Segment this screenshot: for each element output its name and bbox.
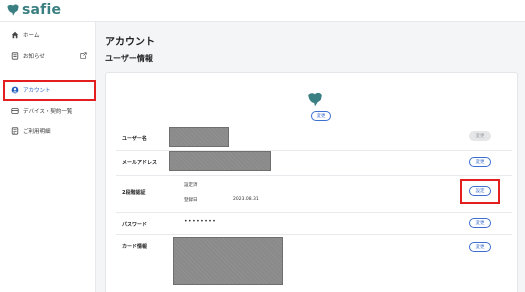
sidebar-item-devices[interactable]: デバイス・契約一覧 — [0, 104, 96, 118]
two-factor-label: 2段階認証 — [122, 190, 146, 196]
row-divider — [116, 234, 512, 235]
avatar-change-button[interactable]: 変更 — [311, 111, 331, 121]
sidebar: ホーム お知らせ アカウント デバイス・契約一覧 ご利用明細 — [0, 22, 96, 292]
home-icon — [11, 31, 19, 39]
brand-name: safie — [22, 2, 62, 18]
email-value-redacted — [169, 151, 271, 171]
sidebar-item-label: お知らせ — [23, 54, 45, 60]
card-info-label: カード情報 — [122, 244, 148, 250]
user-info-card: 変更 ユーザー名 変更 メールアドレス 変更 2段階認証 設定済 登録日 202… — [105, 72, 518, 292]
username-change-button[interactable]: 変更 — [469, 131, 491, 141]
sidebar-item-notices[interactable]: お知らせ — [0, 49, 96, 63]
row-divider — [116, 175, 512, 176]
section-title: ユーザー情報 — [105, 54, 153, 63]
email-label: メールアドレス — [122, 160, 158, 166]
username-label: ユーザー名 — [122, 136, 147, 142]
card-info-change-button[interactable]: 変更 — [469, 242, 491, 252]
username-value-redacted — [169, 127, 229, 147]
device-list-icon — [11, 108, 19, 114]
highlight-frame-two-factor — [460, 179, 500, 204]
page-title: アカウント — [105, 37, 155, 48]
card-info-value-redacted — [173, 237, 283, 285]
safie-logo-icon — [7, 4, 19, 16]
statement-icon — [11, 127, 19, 135]
external-link-icon — [80, 52, 87, 59]
top-bar: safie — [0, 0, 525, 22]
sidebar-item-label: ご利用明細 — [23, 129, 51, 135]
registered-date-value: 2023.08.31 — [233, 197, 259, 202]
notice-icon — [11, 52, 19, 60]
registered-date-label: 登録日 — [184, 198, 198, 203]
password-value: •••••••• — [184, 218, 217, 225]
avatar — [308, 92, 322, 107]
sidebar-item-label: ホーム — [23, 33, 40, 39]
sidebar-item-statement[interactable]: ご利用明細 — [0, 124, 96, 138]
sidebar-item-home[interactable]: ホーム — [0, 28, 96, 42]
password-label: パスワード — [122, 222, 148, 228]
main-content: アカウント ユーザー情報 変更 ユーザー名 変更 メールアドレス 変更 2段階認… — [97, 22, 525, 292]
brand-logo[interactable]: safie — [6, 2, 61, 18]
two-factor-status: 設定済 — [184, 183, 198, 188]
email-change-button[interactable]: 変更 — [469, 157, 491, 167]
highlight-frame-account — [3, 80, 96, 101]
sidebar-item-label: デバイス・契約一覧 — [23, 109, 73, 115]
row-divider — [116, 212, 512, 213]
password-change-button[interactable]: 変更 — [469, 218, 491, 228]
